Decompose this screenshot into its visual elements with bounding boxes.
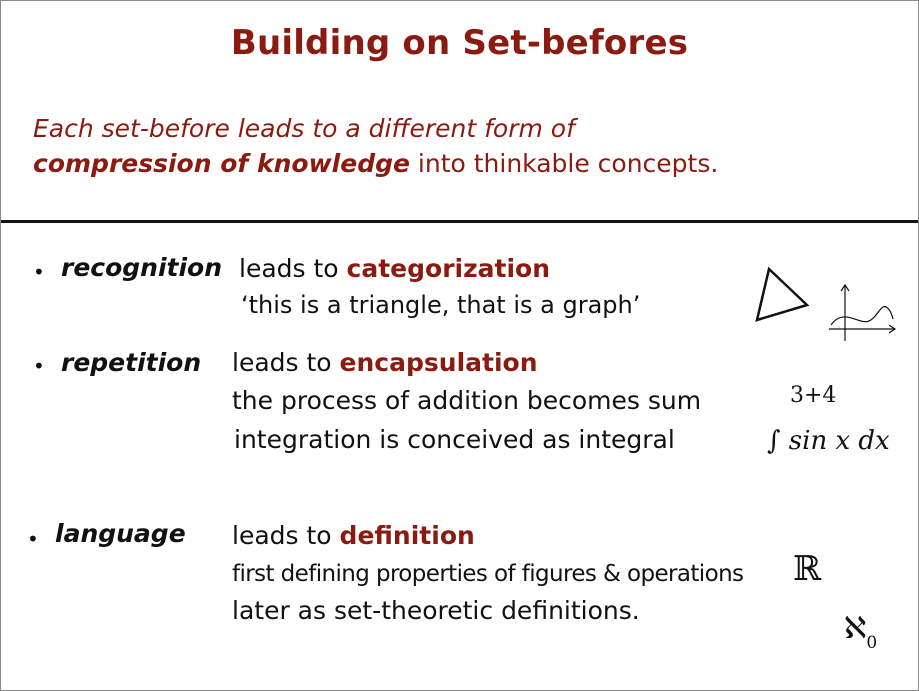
keyword-recognition: recognition [61,253,223,282]
leads-to-text: leads to [232,521,340,550]
leads-to-text: leads to [239,254,347,283]
detail-set-theoretic: later as set-theoretic definitions. [232,596,640,625]
leads-to-text: leads to [232,348,340,377]
detail-defining-properties: first defining properties of figures & o… [232,561,744,587]
bullet-marker: • [27,527,39,551]
sum-expression: 3+4 [790,383,837,408]
intro-line-2: compression of knowledge into thinkable … [33,149,718,178]
slide-title: Building on Set-befores [230,23,689,63]
divider-rule [1,220,918,223]
triangle-icon [755,266,810,322]
bullet-marker: • [33,260,45,284]
detail-triangle-graph: ‘this is a triangle, that is a graph’ [241,291,641,319]
item-language-line: leads to definition [232,521,475,550]
result-categorization: categorization [346,254,551,283]
integral-expression: ∫ sin x dx [767,426,890,456]
result-definition: definition [339,521,475,550]
graph-axes-icon [829,283,897,341]
slide: Building on Set-befores Each set-before … [0,0,919,691]
detail-addition-sum: the process of addition becomes sum [232,386,702,415]
bullet-marker: • [33,354,45,378]
result-encapsulation: encapsulation [339,348,538,377]
keyword-repetition: repetition [61,348,202,377]
item-recognition-line: leads to categorization [239,254,550,283]
aleph-symbol: ℵ0 [844,611,877,653]
intro-line-1: Each set-before leads to a different for… [33,114,575,143]
aleph-glyph: ℵ [844,611,867,646]
intro-rest: into thinkable concepts. [409,149,719,178]
aleph-subscript: 0 [866,633,878,653]
keyword-language: language [55,519,186,548]
item-repetition-line: leads to encapsulation [232,348,538,377]
detail-integration-integral: integration is conceived as integral [234,425,675,454]
intro-emphasis: compression of knowledge [33,149,410,178]
reals-symbol: ℝ [793,549,822,589]
